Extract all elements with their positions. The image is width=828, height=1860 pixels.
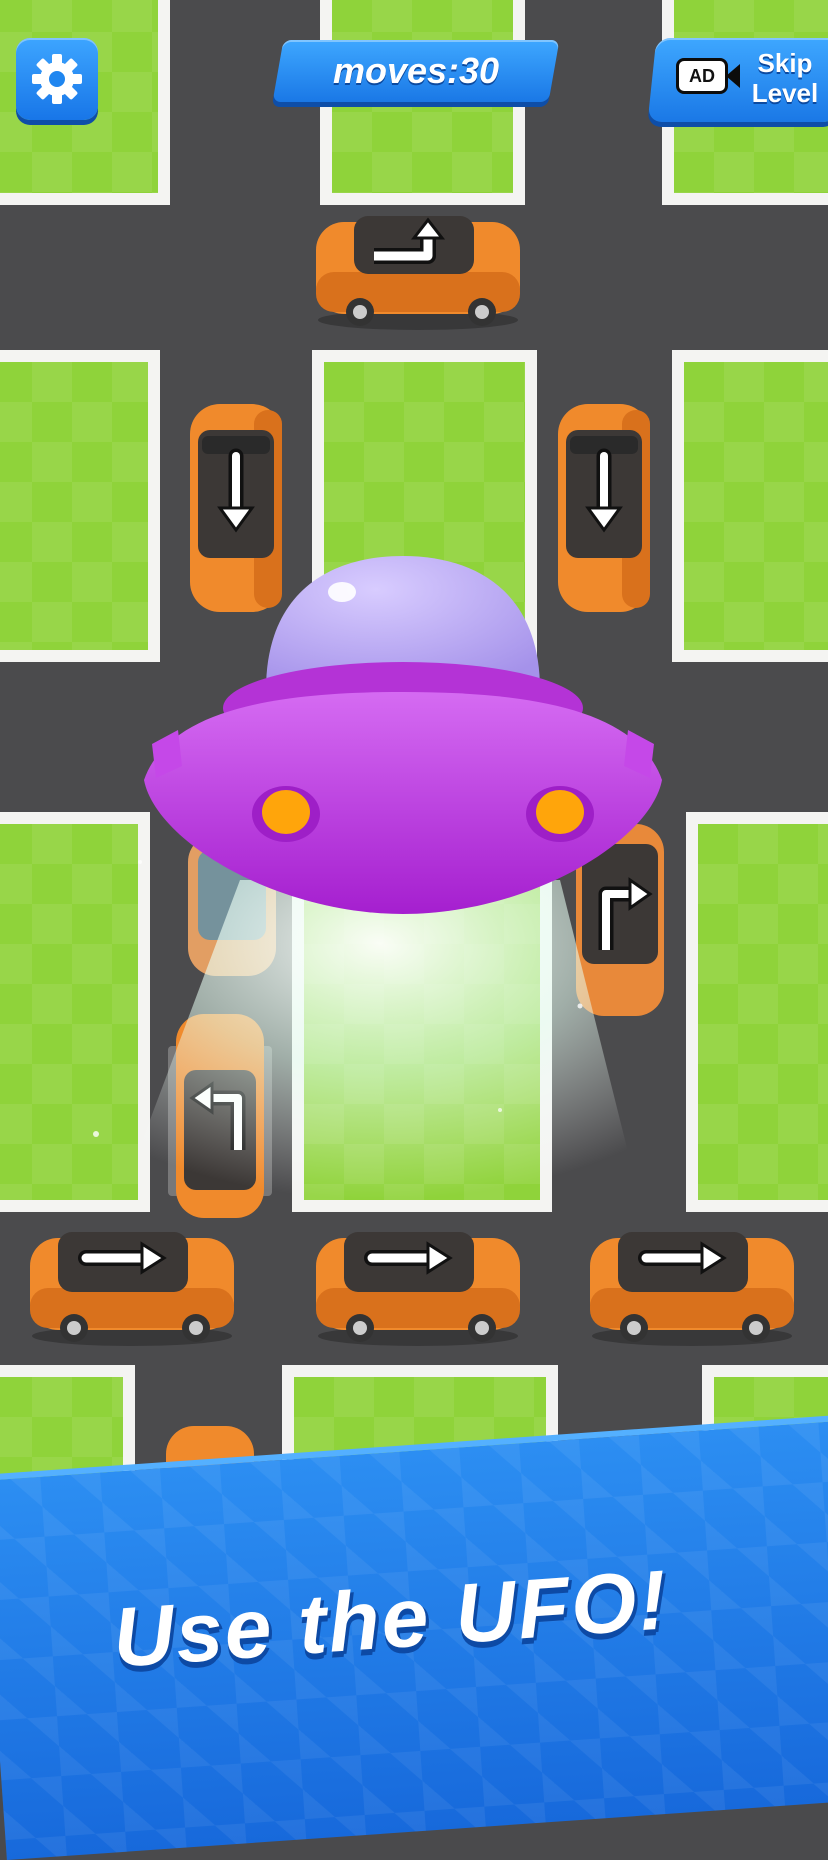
settings-button[interactable] xyxy=(16,38,98,120)
video-ad-icon-play xyxy=(726,64,740,88)
ufo[interactable] xyxy=(138,552,668,922)
video-ad-icon: AD xyxy=(676,58,728,94)
gear-icon xyxy=(32,54,82,104)
skip-level-label: Skip Level xyxy=(751,48,819,108)
moves-counter: moves:30 xyxy=(332,50,500,91)
